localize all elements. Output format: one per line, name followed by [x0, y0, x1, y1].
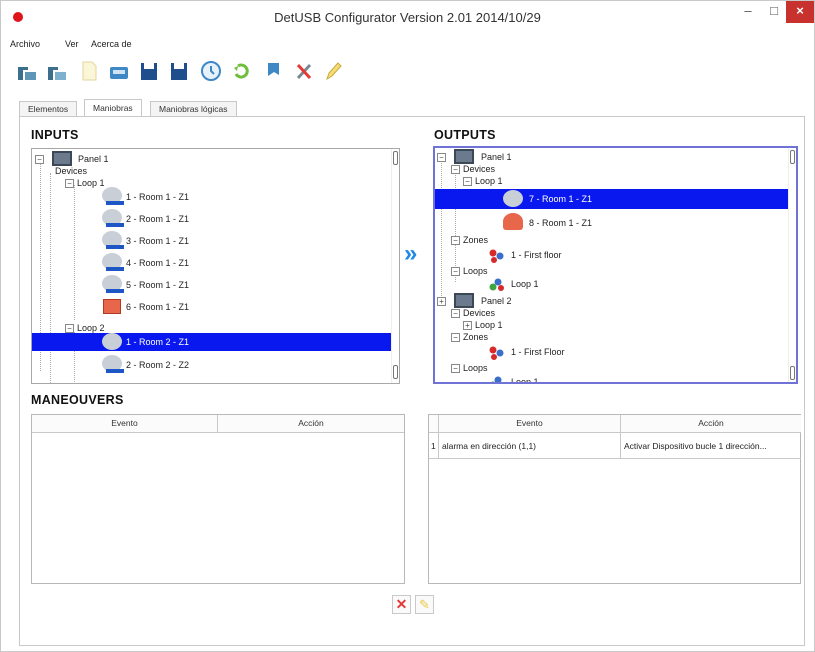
- column-header-accion[interactable]: Acción: [621, 415, 801, 433]
- save-copy-icon[interactable]: [167, 59, 191, 83]
- transfer-arrow-icon[interactable]: »: [404, 242, 428, 266]
- settings-tools-icon[interactable]: [293, 59, 317, 83]
- maneouvers-right-grid[interactable]: Evento Acción 1 alarma en dirección (1,1…: [428, 414, 801, 584]
- table-cell-accion[interactable]: Activar Dispositivo bucle 1 dirección...: [621, 433, 801, 459]
- close-button[interactable]: ×: [786, 1, 814, 23]
- maneouvers-left-grid[interactable]: Evento Acción: [31, 414, 405, 584]
- column-header-evento[interactable]: Evento: [32, 415, 218, 433]
- sounder-icon: [503, 190, 523, 207]
- inputs-title: INPUTS: [31, 128, 79, 142]
- column-header-evento[interactable]: Evento: [439, 415, 621, 433]
- tab-maniobras-logicas[interactable]: Maniobras lógicas: [150, 101, 237, 117]
- row-index: 1: [429, 433, 439, 459]
- outputs-tree[interactable]: − Panel 1 − Devices − Loop 1 7 - Room 1 …: [433, 146, 798, 384]
- column-header-accion[interactable]: Acción: [218, 415, 404, 433]
- window-title: DetUSB Configurator Version 2.01 2014/10…: [274, 10, 541, 25]
- row-header-column: [429, 415, 439, 433]
- connect-icon[interactable]: [15, 59, 39, 83]
- clock-icon[interactable]: [199, 59, 223, 83]
- loop-icon: [489, 376, 505, 382]
- app-window: DetUSB Configurator Version 2.01 2014/10…: [0, 0, 815, 652]
- sounder-icon: [503, 213, 523, 230]
- zone-icon: [489, 249, 505, 263]
- loop-icon: [489, 278, 505, 292]
- minimize-button[interactable]: –: [734, 1, 762, 23]
- menu-archivo[interactable]: Archivo: [10, 39, 40, 49]
- detector-icon: [102, 333, 122, 350]
- outputs-title: OUTPUTS: [434, 128, 496, 142]
- flag-icon[interactable]: [261, 59, 285, 83]
- disconnect-icon[interactable]: [45, 59, 69, 83]
- tree-device-selected[interactable]: 1 - Room 2 - Z1: [32, 333, 392, 351]
- maximize-button[interactable]: □: [760, 1, 788, 23]
- menu-bar: Archivo Ver Acerca de: [1, 37, 814, 53]
- tab-elementos[interactable]: Elementos: [19, 101, 78, 117]
- tab-maniobras[interactable]: Maniobras: [84, 99, 142, 117]
- tab-bar: Elementos Maniobras Maniobras lógicas: [19, 99, 459, 117]
- inputs-scrollbar[interactable]: [391, 149, 399, 383]
- edit-button[interactable]: ✎: [415, 595, 434, 614]
- pencil-icon[interactable]: [321, 59, 345, 83]
- inputs-tree[interactable]: − Panel 1 Devices − Loop 1 1 - Room 1 - …: [31, 148, 400, 384]
- module-icon: [103, 299, 121, 314]
- outputs-scrollbar[interactable]: [788, 148, 796, 382]
- title-bar: DetUSB Configurator Version 2.01 2014/10…: [1, 1, 814, 35]
- tree-device-selected[interactable]: 7 - Room 1 - Z1: [435, 189, 791, 209]
- save-as-icon[interactable]: [137, 59, 161, 83]
- delete-button[interactable]: ✕: [392, 595, 411, 614]
- table-cell-evento[interactable]: alarma en dirección (1,1): [439, 433, 621, 459]
- zone-icon: [489, 346, 505, 360]
- menu-acerca-de[interactable]: Acerca de: [91, 39, 132, 49]
- save-icon[interactable]: [107, 59, 131, 83]
- new-file-icon[interactable]: [77, 59, 101, 83]
- toolbar: [15, 59, 395, 89]
- maneouvers-title: MANEOUVERS: [31, 393, 124, 407]
- refresh-icon[interactable]: [229, 59, 253, 83]
- menu-ver[interactable]: Ver: [65, 39, 79, 49]
